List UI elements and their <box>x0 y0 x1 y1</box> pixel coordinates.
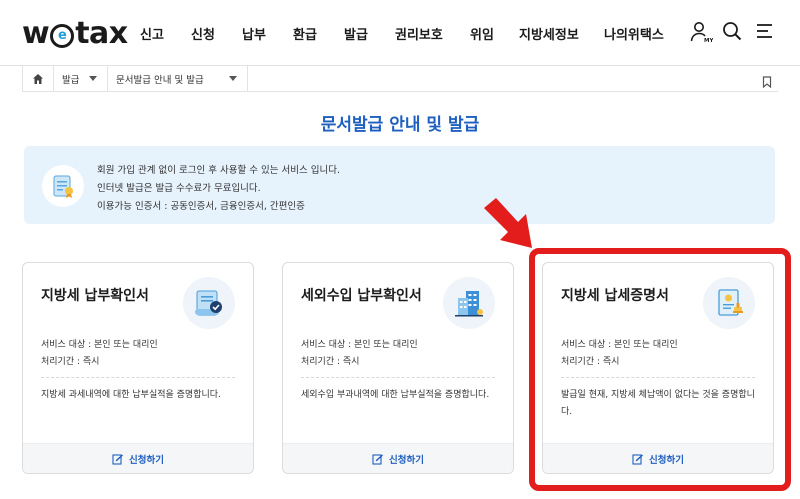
breadcrumb-document-issue-label: 문서발급 안내 및 발급 <box>116 75 204 86</box>
card-description: 지방세 과세내역에 대한 납부실적을 증명합니다. <box>41 390 221 400</box>
bookmark-icon[interactable] <box>762 73 772 92</box>
apply-button[interactable]: 신청하기 <box>283 443 513 473</box>
card-title: 지방세 납부확인서 <box>41 288 149 304</box>
my-badge-text: MY <box>704 38 713 44</box>
card-local-tax-payment-confirmation: 지방세 납부확인서 서비스 대상 : 본인 또는 대리인 처리기간 : 즉시 지… <box>22 262 254 474</box>
card-service-target: 서비스 대상 : 본인 또는 대리인 <box>41 340 158 350</box>
nav-item-my-wetax[interactable]: 나의위택스 <box>604 24 664 43</box>
card-divider <box>301 377 495 378</box>
info-line: 회원 가입 관계 없이 로그인 후 사용할 수 있는 서비스 입니다. <box>97 165 340 176</box>
nav-item-rights[interactable]: 권리보호 <box>395 24 443 43</box>
nav-item-refund[interactable]: 환급 <box>293 24 317 43</box>
card-processing-period: 처리기간 : 즉시 <box>41 357 100 367</box>
paper-check-icon <box>183 277 235 329</box>
card-meta: 서비스 대상 : 본인 또는 대리인 처리기간 : 즉시 <box>41 337 158 371</box>
card-description: 세외수입 부과내역에 대한 납부실적을 증명합니다. <box>301 390 490 400</box>
info-line: 이용가능 인증서 : 공동인증서, 금융인증서, 간편인증 <box>97 201 305 212</box>
edit-icon <box>632 453 644 465</box>
breadcrumb-issue-label: 발급 <box>62 75 80 86</box>
card-local-tax-clearance-certificate: 지방세 납세증명서 서비스 대상 : 본인 또는 대리인 처리기간 : 즉시 발… <box>542 262 774 474</box>
card-description: 발급일 현재, 지방세 체납액이 없다는 것을 증명합니다. <box>561 390 755 417</box>
apply-button-label: 신청하기 <box>649 454 684 466</box>
breadcrumb: 발급 문서발급 안내 및 발급 <box>22 66 778 92</box>
card-non-tax-revenue-payment-confirmation: 세외수입 납부확인서 서비스 대상 : 본인 또는 대리인 처리기간 : 즉시 … <box>282 262 514 474</box>
certificate-scroll-icon <box>42 165 84 207</box>
chevron-down-icon <box>229 76 237 81</box>
chevron-down-icon <box>89 76 97 81</box>
edit-icon <box>112 453 124 465</box>
card-meta: 서비스 대상 : 본인 또는 대리인 처리기간 : 즉시 <box>301 337 418 371</box>
building-icon <box>443 277 495 329</box>
page-title: 문서발급 안내 및 발급 <box>320 115 480 135</box>
main-nav: 신고 신청 납부 환급 발급 권리보호 위임 지방세정보 나의위택스 <box>0 24 800 44</box>
edit-icon <box>372 453 384 465</box>
nav-item-report[interactable]: 신고 <box>140 24 164 43</box>
apply-button[interactable]: 신청하기 <box>543 443 773 473</box>
home-icon[interactable] <box>22 66 54 92</box>
card-divider <box>41 377 235 378</box>
site-header: w e tax 신고 신청 납부 환급 발급 권리보호 위임 지방세정보 나의위… <box>0 0 800 66</box>
apply-button-label: 신청하기 <box>389 454 424 466</box>
card-processing-period: 처리기간 : 즉시 <box>561 357 620 367</box>
card-service-target: 서비스 대상 : 본인 또는 대리인 <box>301 340 418 350</box>
card-divider <box>561 377 755 378</box>
certificate-stamp-icon <box>703 277 755 329</box>
nav-item-issue[interactable]: 발급 <box>344 24 368 43</box>
red-arrow-annotation-icon <box>484 198 532 248</box>
apply-button[interactable]: 신청하기 <box>23 443 253 473</box>
apply-button-label: 신청하기 <box>129 454 164 466</box>
info-lines: 회원 가입 관계 없이 로그인 후 사용할 수 있는 서비스 입니다. 인터넷 … <box>97 162 340 216</box>
nav-item-pay[interactable]: 납부 <box>242 24 266 43</box>
info-line: 인터넷 발급은 발급 수수료가 무료입니다. <box>97 183 261 194</box>
card-meta: 서비스 대상 : 본인 또는 대리인 처리기간 : 즉시 <box>561 337 678 371</box>
card-processing-period: 처리기간 : 즉시 <box>301 357 360 367</box>
card-title: 세외수입 납부확인서 <box>301 288 422 304</box>
nav-item-apply[interactable]: 신청 <box>191 24 215 43</box>
card-service-target: 서비스 대상 : 본인 또는 대리인 <box>561 340 678 350</box>
nav-item-tax-info[interactable]: 지방세정보 <box>519 24 579 43</box>
breadcrumb-document-issue[interactable]: 문서발급 안내 및 발급 <box>108 66 248 92</box>
info-notice-box: 회원 가입 관계 없이 로그인 후 사용할 수 있는 서비스 입니다. 인터넷 … <box>24 146 775 224</box>
menu-icon[interactable] <box>755 20 777 42</box>
breadcrumb-issue[interactable]: 발급 <box>54 66 108 92</box>
my-page-icon[interactable]: MY <box>689 20 714 44</box>
nav-item-delegate[interactable]: 위임 <box>470 24 494 43</box>
card-title: 지방세 납세증명서 <box>561 288 669 304</box>
search-icon[interactable] <box>721 20 743 42</box>
